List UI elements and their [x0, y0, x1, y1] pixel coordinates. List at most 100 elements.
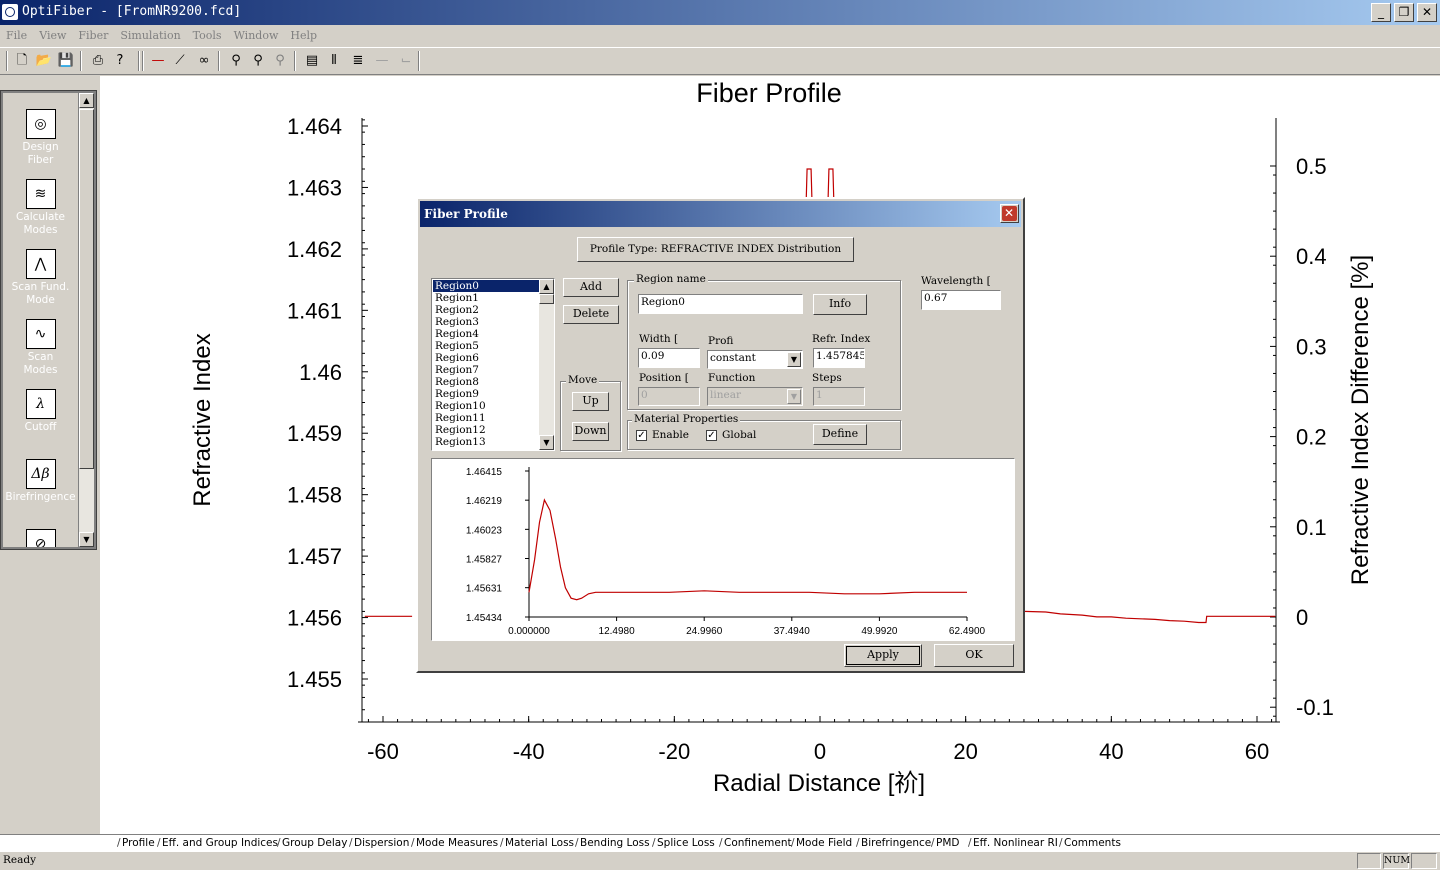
rows-icon[interactable]: ≣ — [348, 52, 368, 70]
menu-help[interactable]: Help — [290, 27, 317, 45]
region-list-item[interactable]: Region0 — [433, 280, 539, 292]
apply-button[interactable]: Apply — [844, 644, 922, 667]
region-list-scrollbar[interactable]: ▲ ▼ — [539, 279, 554, 450]
menu-window[interactable]: Window — [234, 27, 279, 45]
menu-tools[interactable]: Tools — [193, 27, 222, 45]
wavelength-input[interactable]: 0.67 — [921, 290, 1001, 310]
menu-fiber[interactable]: Fiber — [78, 27, 108, 45]
tab-pmd[interactable]: PMD — [936, 836, 959, 851]
profile-select[interactable]: constant ▼ — [707, 350, 803, 369]
zoom-fit-icon[interactable]: ⚲ — [248, 52, 268, 70]
tab-bending-loss[interactable]: Bending Loss — [580, 836, 650, 851]
region-name-input[interactable]: Region0 — [638, 294, 803, 314]
minimize-button[interactable]: _ — [1371, 3, 1391, 22]
zoom-out-icon[interactable]: ⚲ — [270, 52, 290, 70]
tab-birefringence[interactable]: Birefringence — [861, 836, 931, 851]
region-list-item[interactable]: Region1 — [433, 292, 539, 304]
tab-confinement[interactable]: Confinement — [724, 836, 792, 851]
position-input[interactable]: 0 — [638, 387, 700, 406]
info-button[interactable]: Info — [813, 294, 867, 315]
pmd-icon: ⊘ — [25, 529, 56, 547]
tab-dispersion[interactable]: Dispersion — [354, 836, 409, 851]
cutoff-button[interactable]: λ Cutoff — [3, 389, 78, 434]
birefringence-button[interactable]: Δβ Birefringence — [3, 459, 78, 504]
glasses-icon[interactable]: ∞ — [194, 52, 214, 70]
scroll-up-icon[interactable]: ▲ — [79, 93, 94, 108]
region-list[interactable]: Region0 Region1 Region2 Region3 Region4 Regio… — [431, 278, 555, 451]
delete-region-button[interactable]: Delete — [563, 305, 619, 324]
menu-simulation[interactable]: Simulation — [120, 27, 180, 45]
dialog-close-icon[interactable] — [1000, 204, 1019, 223]
steps-input[interactable]: 1 — [813, 387, 865, 406]
region-list-item[interactable]: Region13 — [433, 436, 539, 448]
calculate-modes-icon: ≋ — [25, 179, 56, 209]
function-select[interactable]: linear ▼ — [707, 387, 803, 406]
line-tool-icon[interactable]: — — [148, 52, 168, 70]
design-fiber-button[interactable]: ◎ Design Fiber — [3, 109, 78, 167]
add-region-button[interactable]: Add — [563, 278, 619, 297]
region-list-item[interactable]: Region6 — [433, 352, 539, 364]
y2-tick-label: 0 — [1296, 605, 1308, 630]
move-up-button[interactable]: Up — [572, 392, 609, 411]
region-list-item[interactable]: Region7 — [433, 364, 539, 376]
chevron-down-icon[interactable]: ▼ — [787, 352, 801, 367]
mini-profile-chart: 0.000000 12.4980 24.9960 37.4940 49.9920 62.4… — [431, 458, 1015, 641]
tab-group-delay[interactable]: Group Delay — [282, 836, 347, 851]
restore-button[interactable]: ❐ — [1394, 3, 1414, 22]
close-window-button[interactable]: ✕ — [1417, 3, 1437, 22]
app-icon[interactable] — [2, 4, 18, 20]
chevron-down-icon[interactable]: ▼ — [787, 389, 801, 404]
axis-tool-icon[interactable]: ⟋ — [170, 52, 190, 70]
flat-line-icon[interactable]: — — [372, 52, 392, 70]
tab-splice-loss[interactable]: Splice Loss — [657, 836, 715, 851]
width-input[interactable]: 0.09 — [638, 348, 700, 368]
region-list-item[interactable]: Region10 — [433, 400, 539, 412]
scrollbar-thumb[interactable] — [539, 294, 554, 304]
refr-index-input[interactable]: 1.457845 — [813, 348, 865, 368]
menu-view[interactable]: View — [39, 27, 66, 45]
region-list-item[interactable]: Region11 — [433, 412, 539, 424]
region-list-item[interactable]: Region9 — [433, 388, 539, 400]
zoom-in-icon[interactable]: ⚲ — [226, 52, 246, 70]
ok-button[interactable]: OK — [934, 644, 1014, 667]
open-folder-icon[interactable]: 📂 — [34, 52, 54, 70]
menu-file[interactable]: File — [6, 27, 27, 45]
columns-icon[interactable]: ⦀ — [324, 52, 344, 70]
print-icon[interactable]: ⎙ — [88, 52, 108, 70]
cursor-icon[interactable]: ⌙ — [396, 52, 416, 70]
scan-fund-mode-button[interactable]: ⋀ Scan Fund. Mode — [3, 249, 78, 307]
tools-panel-scrollbar[interactable]: ▲ ▼ — [79, 93, 94, 547]
profile-type-button[interactable]: Profile Type: REFRACTIVE INDEX Distribut… — [577, 237, 854, 262]
region-list-item[interactable]: Region12 — [433, 424, 539, 436]
scroll-down-icon[interactable]: ▼ — [79, 532, 94, 547]
help-icon[interactable]: ? — [110, 52, 130, 70]
tab-material-loss[interactable]: Material Loss — [505, 836, 574, 851]
region-list-item[interactable]: Region2 — [433, 304, 539, 316]
scroll-down-icon[interactable]: ▼ — [539, 435, 554, 450]
next-tool-button[interactable]: ⊘ — [3, 529, 78, 547]
y-tick-label: 1.455 — [287, 667, 342, 692]
mini-y-tick-label: 1.45434 — [466, 613, 503, 624]
table-icon[interactable]: ▤ — [302, 52, 322, 70]
new-file-icon[interactable]: 🗋 — [12, 52, 32, 70]
tab-eff-and-group-indices[interactable]: Eff. and Group Indices — [162, 836, 278, 851]
region-list-item[interactable]: Region8 — [433, 376, 539, 388]
tab-eff-nonlinear-ri[interactable]: Eff. Nonlinear RI — [973, 836, 1058, 851]
move-down-button[interactable]: Down — [572, 422, 609, 441]
global-checkbox[interactable]: ✓ — [706, 430, 717, 441]
scan-modes-button[interactable]: ∿ Scan Modes — [3, 319, 78, 377]
region-list-item[interactable]: Region4 — [433, 328, 539, 340]
tab-profile[interactable]: Profile — [122, 836, 155, 851]
define-button[interactable]: Define — [813, 424, 867, 445]
enable-checkbox[interactable]: ✓ — [636, 430, 647, 441]
tab-mode-measures[interactable]: Mode Measures — [416, 836, 498, 851]
tab-comments[interactable]: Comments — [1064, 836, 1121, 851]
region-list-item[interactable]: Region3 — [433, 316, 539, 328]
tab-mode-field[interactable]: Mode Field — [796, 836, 852, 851]
calculate-modes-button[interactable]: ≋ Calculate Modes — [3, 179, 78, 237]
region-list-item[interactable]: Region5 — [433, 340, 539, 352]
save-icon[interactable]: 💾 — [56, 52, 76, 70]
scroll-up-icon[interactable]: ▲ — [539, 279, 554, 294]
status-pane-num: NUM — [1383, 853, 1410, 869]
scrollbar-thumb[interactable] — [79, 109, 94, 469]
